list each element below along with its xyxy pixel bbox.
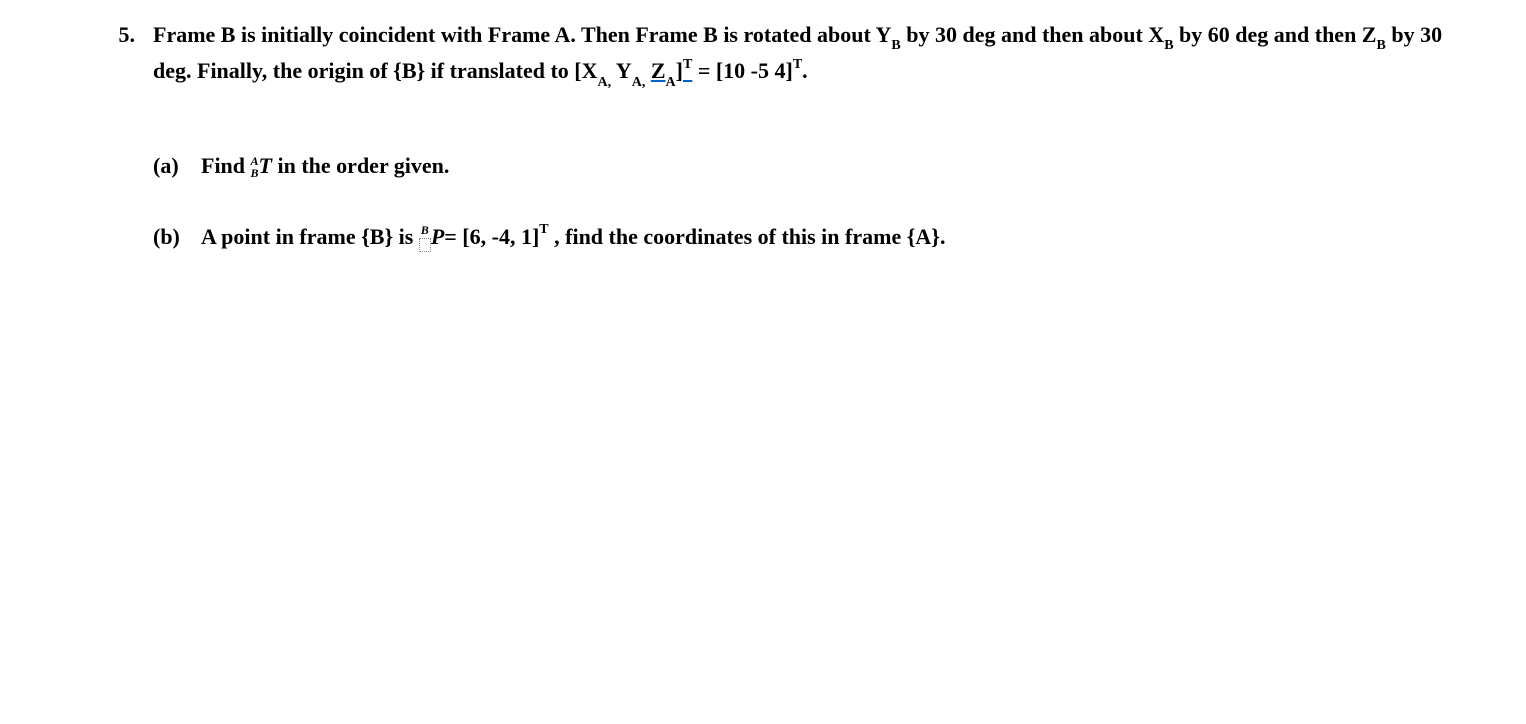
subscript: B xyxy=(1376,38,1385,53)
subscript: B xyxy=(891,38,900,53)
text-segment: in the order given. xyxy=(272,153,449,178)
text-segment: Frame B is initially coincident with Fra… xyxy=(153,22,891,47)
part-b-text: A point in frame {B} is BP= [6, -4, 1]T … xyxy=(201,220,1466,253)
text-segment: Find xyxy=(201,153,251,178)
part-a-text: Find ABT in the order given. xyxy=(201,149,1466,182)
frac-top: A xyxy=(251,155,259,167)
dotted-placeholder xyxy=(419,236,431,252)
part-b: (b) A point in frame {B} is BP= [6, -4, … xyxy=(153,220,1466,253)
part-b-label: (b) xyxy=(153,220,201,253)
subparts: (a) Find ABT in the order given. (b) A p… xyxy=(153,149,1466,253)
frac-bot: B xyxy=(251,167,259,179)
frac-top: B xyxy=(419,224,431,236)
text-segment: = [10 -5 4] xyxy=(692,58,793,83)
problem-statement: 5. Frame B is initially coincident with … xyxy=(105,18,1466,91)
subscript: A, xyxy=(632,75,646,90)
subscript: A xyxy=(666,75,676,90)
subscript: B xyxy=(1164,38,1173,53)
pre-superscript-subscript: B xyxy=(419,224,431,252)
subscript: A, xyxy=(598,75,612,90)
text-segment: = [6, -4, 1] xyxy=(444,224,539,249)
italic-T: T xyxy=(259,153,272,178)
superscript: T xyxy=(683,57,692,72)
text-segment: by 30 deg and then about X xyxy=(901,22,1164,47)
superscript: T xyxy=(793,57,802,72)
pre-superscript-subscript: AB xyxy=(251,155,259,179)
problem-text: Frame B is initially coincident with Fra… xyxy=(153,18,1466,91)
superscript: T xyxy=(539,222,548,237)
text-segment: Y xyxy=(611,58,632,83)
dotted-box-icon xyxy=(419,238,431,252)
text-segment: by 60 deg and then Z xyxy=(1174,22,1377,47)
text-segment: , find the coordinates of this in frame … xyxy=(549,224,946,249)
part-a: (a) Find ABT in the order given. xyxy=(153,149,1466,182)
italic-P: P xyxy=(431,224,444,249)
document-container: 5. Frame B is initially coincident with … xyxy=(0,0,1526,253)
part-a-label: (a) xyxy=(153,149,201,182)
problem-number: 5. xyxy=(105,18,153,51)
text-segment: Z xyxy=(651,58,666,83)
text-segment: ] xyxy=(676,58,683,83)
underlined-text: ZA]T xyxy=(651,58,692,83)
text-segment: . xyxy=(802,58,808,83)
text-segment: A point in frame {B} is xyxy=(201,224,419,249)
